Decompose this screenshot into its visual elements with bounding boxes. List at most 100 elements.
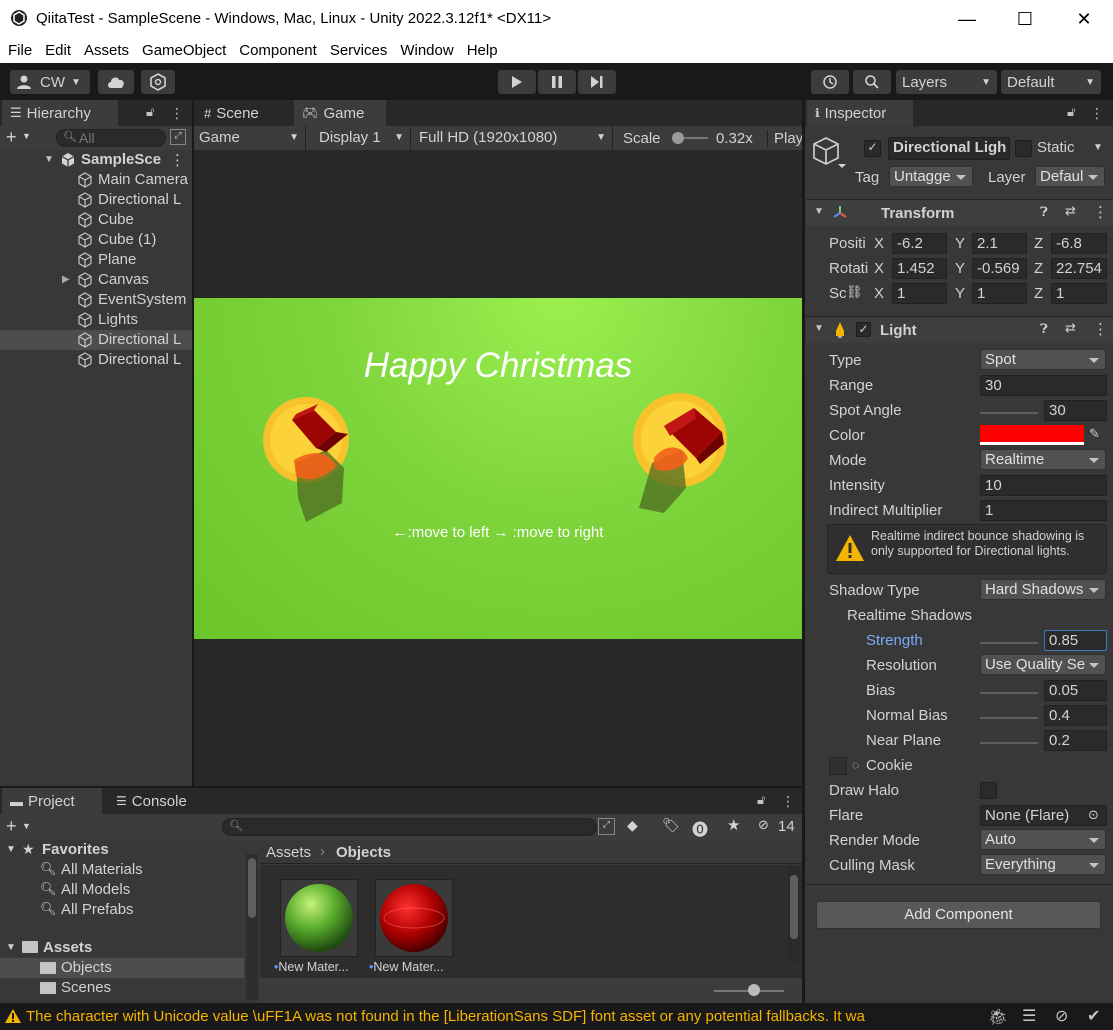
cache-server-icon[interactable]: ☰ <box>1022 1006 1036 1026</box>
status-bar[interactable]: The character with Unicode value \uFF1A … <box>0 1003 1113 1030</box>
project-search-input[interactable]: 🔍︎ <box>222 818 597 836</box>
hierarchy-item[interactable]: Directional L <box>0 330 192 350</box>
expand-arrow-icon[interactable]: ▼ <box>6 844 16 855</box>
light-header[interactable]: ▼ ✓ Light ❓︎ ⇄ ⋮ <box>806 316 1113 343</box>
mode-dropdown[interactable]: Realtime <box>980 449 1106 470</box>
hierarchy-item[interactable]: Lights <box>0 310 192 330</box>
cookie-foldout[interactable] <box>829 757 847 775</box>
more-menu-icon[interactable]: ⋮ <box>1093 320 1108 338</box>
tab-scene[interactable]: # Scene <box>196 100 267 126</box>
tree-scrollbar-thumb[interactable] <box>248 858 256 918</box>
lock-icon[interactable]: 🔓︎ <box>757 792 771 810</box>
shadow-type-dropdown[interactable]: Hard Shadows <box>980 579 1106 600</box>
strength-field[interactable]: 0.85 <box>1044 630 1107 651</box>
auto-refresh-icon[interactable]: ⊘ <box>1055 1006 1068 1026</box>
rotation-z-field[interactable]: 22.754 <box>1051 258 1107 279</box>
scene-row[interactable]: ▼ SampleSce ⋮ <box>0 150 192 170</box>
breadcrumb-root[interactable]: Assets <box>266 844 311 861</box>
expand-arrow-icon[interactable]: ▼ <box>44 154 54 165</box>
normal-bias-slider[interactable] <box>980 717 1038 719</box>
expand-arrow-icon[interactable]: ▶ <box>62 274 70 285</box>
more-menu-icon[interactable]: ⋮ <box>781 792 795 810</box>
help-icon[interactable]: ❓︎ <box>1040 204 1048 220</box>
folder-row-objects[interactable]: Objects <box>0 958 244 978</box>
close-button[interactable]: ✕ <box>1055 0 1113 38</box>
active-checkbox[interactable]: ✓ <box>864 140 881 157</box>
favorite-star-icon[interactable]: ★ <box>727 816 740 834</box>
favorite-item[interactable]: 🔍︎ All Prefabs <box>0 900 244 920</box>
menu-gameobject[interactable]: GameObject <box>142 42 226 59</box>
position-z-field[interactable]: -6.8 <box>1051 233 1107 254</box>
object-name-field[interactable]: Directional Ligh <box>888 137 1010 160</box>
object-picker-icon[interactable]: ⊙ <box>1088 807 1099 823</box>
tab-inspector[interactable]: ℹ Inspector <box>807 100 913 126</box>
expand-arrow-icon[interactable]: ▼ <box>814 323 824 334</box>
hierarchy-item[interactable]: EventSystem <box>0 290 192 310</box>
favorite-item[interactable]: 🔍︎ All Materials <box>0 860 244 880</box>
color-swatch[interactable] <box>980 425 1084 445</box>
menu-services[interactable]: Services <box>330 42 388 59</box>
play-focused-dropdown[interactable]: Play <box>767 130 802 147</box>
light-enabled-checkbox[interactable]: ✓ <box>856 322 871 337</box>
chevron-down-icon[interactable]: ▼ <box>1093 142 1103 153</box>
preset-icon[interactable]: ⇄ <box>1065 203 1076 219</box>
lock-icon[interactable]: 🔓︎ <box>146 104 160 122</box>
status-message[interactable]: The character with Unicode value \uFF1A … <box>26 1008 946 1025</box>
position-x-field[interactable]: -6.2 <box>892 233 947 254</box>
favorites-row[interactable]: ▼ ★ Favorites <box>0 840 244 860</box>
hierarchy-item[interactable]: Cube (1) <box>0 230 192 250</box>
add-component-button[interactable]: Add Component <box>816 901 1101 929</box>
thumbnail-size-handle[interactable] <box>748 984 760 996</box>
more-menu-icon[interactable]: ⋮ <box>1090 104 1104 122</box>
layers-dropdown[interactable]: Layers ▼ <box>896 70 997 94</box>
range-field[interactable]: 30 <box>980 375 1107 396</box>
near-plane-field[interactable]: 0.2 <box>1044 730 1107 751</box>
search-button[interactable] <box>853 70 891 94</box>
debug-icon[interactable]: 🐞︎ <box>988 1007 1008 1027</box>
resolution-dropdown[interactable]: Full HD (1920x1080) ▼ <box>413 126 613 150</box>
layout-dropdown[interactable]: Default ▼ <box>1001 70 1101 94</box>
undo-history-button[interactable] <box>811 70 849 94</box>
hierarchy-search-input[interactable]: 🔍︎ All <box>56 129 166 147</box>
filter-by-type-icon[interactable]: ◆ <box>627 817 638 834</box>
folder-row-scenes[interactable]: Scenes <box>0 978 244 998</box>
intensity-field[interactable]: 10 <box>980 475 1107 496</box>
menu-window[interactable]: Window <box>400 42 453 59</box>
near-plane-slider[interactable] <box>980 742 1038 744</box>
resolution-dropdown[interactable]: Use Quality Se <box>980 654 1106 675</box>
pause-button[interactable] <box>538 70 576 94</box>
scale-x-field[interactable]: 1 <box>892 283 947 304</box>
add-icon[interactable]: + <box>6 816 17 837</box>
transform-header[interactable]: ▼ Transform ❓︎ ⇄ ⋮ <box>806 199 1113 226</box>
tab-hierarchy[interactable]: ☰ Hierarchy <box>2 100 118 126</box>
normal-bias-field[interactable]: 0.4 <box>1044 705 1107 726</box>
chevron-down-icon[interactable]: ▼ <box>22 131 31 141</box>
indirect-multiplier-field[interactable]: 1 <box>980 500 1107 521</box>
eyedropper-icon[interactable]: ✎ <box>1089 426 1100 442</box>
rotation-y-field[interactable]: -0.569 <box>972 258 1027 279</box>
bias-slider[interactable] <box>980 692 1038 694</box>
menu-help[interactable]: Help <box>467 42 498 59</box>
type-dropdown[interactable]: Spot <box>980 349 1106 370</box>
static-checkbox[interactable] <box>1015 140 1032 157</box>
expand-arrow-icon[interactable]: ▼ <box>814 206 824 217</box>
menu-assets[interactable]: Assets <box>84 42 129 59</box>
bias-field[interactable]: 0.05 <box>1044 680 1107 701</box>
more-menu-icon[interactable]: ⋮ <box>170 151 185 169</box>
grid-scrollbar[interactable] <box>788 867 800 963</box>
more-menu-icon[interactable]: ⋮ <box>170 104 184 122</box>
check-circle-icon[interactable]: ✔ <box>1087 1006 1100 1026</box>
issues-icon[interactable]: ⓿ <box>692 816 708 840</box>
grid-scrollbar-thumb[interactable] <box>790 875 798 939</box>
display-dropdown[interactable]: Display 1 ▼ <box>313 126 411 150</box>
assets-row[interactable]: ▼ Assets <box>0 938 244 958</box>
breadcrumb-current[interactable]: Objects <box>336 844 391 861</box>
tab-game[interactable]: 🎮︎ Game <box>294 100 386 126</box>
lock-icon[interactable]: 🔓︎ <box>1067 104 1081 122</box>
spot-angle-slider[interactable] <box>980 412 1038 414</box>
constrain-proportions-icon[interactable]: ⛓ <box>846 284 863 300</box>
game-mode-dropdown[interactable]: Game ▼ <box>194 126 306 150</box>
hidden-packages-icon[interactable]: ⊘ <box>758 817 769 833</box>
strength-slider[interactable] <box>980 642 1038 644</box>
tree-scrollbar[interactable] <box>246 854 258 1000</box>
